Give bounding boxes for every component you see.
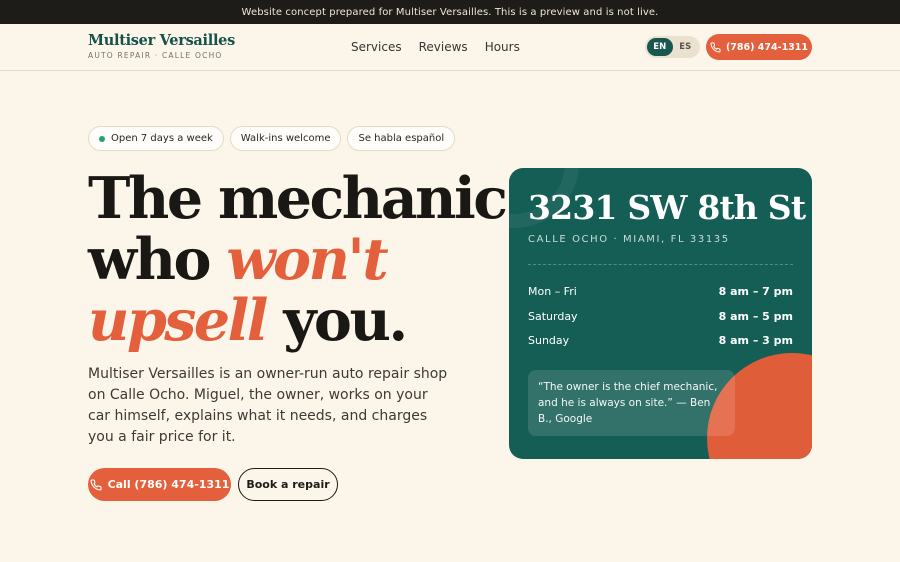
hours-time: 8 am – 3 pm [718,334,793,347]
language-toggle: EN ES [645,36,700,58]
pill-walk-ins: Walk-ins welcome [229,126,342,151]
location-card: 3231 SW 8th St CALLE OCHO · MIAMI, FL 33… [509,168,812,459]
hours-row: Mon – Fri 8 am – 7 pm [528,285,793,310]
headline-emphasis-upsell: upsell [88,287,268,354]
hero-headline: The mechanic who won't upsell you. [88,168,508,351]
nav-item-reviews[interactable]: Reviews [419,40,468,54]
hours-time: 8 am – 5 pm [718,309,793,323]
brand-logo[interactable]: Multiser Versailles AUTO REPAIR · CALLE … [88,32,235,60]
brand-tagline: AUTO REPAIR · CALLE OCHO [88,51,223,60]
lang-es-button[interactable]: ES [673,38,699,56]
preview-notice-bar: Website concept prepared for Multiser Ve… [0,0,900,24]
hours-row: Saturday 8 am – 5 pm [528,310,793,335]
headline-line-3b: you. [265,287,408,354]
preview-notice-text: Website concept prepared for Multiser Ve… [241,6,659,18]
street-address: 3231 SW 8th St [528,188,806,227]
pill-label: Se habla español [358,133,445,144]
pill-label: Open 7 days a week [111,133,213,144]
brand-name: Multiser Versailles [88,32,235,49]
nav-item-hours[interactable]: Hours [485,40,520,54]
city-line: CALLE OCHO · MIAMI, FL 33135 [528,234,730,245]
headline-line-1: The mechanic [88,165,508,232]
hero-lead: Multiser Versailles is an owner-run auto… [88,366,448,445]
call-button[interactable]: Call (786) 474-1311 [88,468,231,501]
call-button-label: Call (786) 474-1311 [107,478,230,491]
hours-day: Saturday [528,309,578,323]
phone-icon [90,478,102,490]
headline-line-2a: who [88,226,227,293]
headline-emphasis-wont: won't [226,226,388,293]
pill-open-daily: Open 7 days a week [88,126,224,151]
green-dot-icon [99,135,105,142]
hours-row: Sunday 8 am – 3 pm [528,334,793,359]
header-call-label: (786) 474-1311 [725,41,809,53]
review-quote: “The owner is the chief mechanic, and he… [528,370,735,436]
divider [528,264,793,265]
pill-spanish: Se habla español [347,126,456,151]
phone-icon [710,41,721,53]
book-button-label: Book a repair [246,478,330,491]
feature-pills: Open 7 days a week Walk-ins welcome Se h… [88,126,456,151]
book-repair-button[interactable]: Book a repair [238,468,338,501]
nav-item-services[interactable]: Services [351,40,402,54]
hours-day: Mon – Fri [528,285,577,298]
hours-day: Sunday [528,334,570,347]
pill-label: Walk-ins welcome [240,133,331,144]
site-header: Multiser Versailles AUTO REPAIR · CALLE … [0,24,900,71]
lang-en-button[interactable]: EN [647,38,673,56]
hours-list: Mon – Fri 8 am – 7 pm Saturday 8 am – 5 … [528,285,793,359]
header-call-button[interactable]: (786) 474-1311 [706,34,812,60]
main-nav: Services Reviews Hours [351,40,520,54]
hours-time: 8 am – 7 pm [718,285,793,298]
